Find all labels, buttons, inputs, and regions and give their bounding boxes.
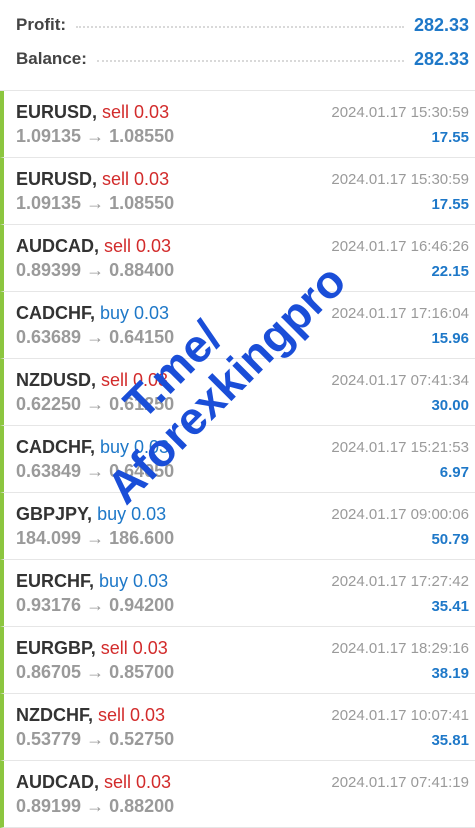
balance-label: Balance: — [16, 49, 87, 68]
trade-time: 2024.01.17 16:46:26 — [331, 238, 469, 255]
trade-prices: 0.63689 → 0.64150 — [16, 327, 175, 347]
trade-side: buy 0.03 — [100, 303, 170, 323]
trade-time: 2024.01.17 09:00:06 — [331, 506, 469, 523]
trade-symbol: AUDCAD, sell 0.03 — [16, 236, 171, 257]
trade-profit: 17.55 — [431, 129, 469, 146]
symbol-text: CADCHF, — [16, 437, 95, 457]
trade-row[interactable]: EURUSD, sell 0.03 1.09135 → 1.08550 2024.0… — [0, 91, 475, 158]
trade-symbol: EURUSD, sell 0.03 — [16, 102, 169, 123]
trade-row[interactable]: EURGBP, sell 0.03 0.86705 → 0.85700 2024.0… — [0, 627, 475, 694]
trade-profit: 30.00 — [431, 397, 469, 414]
trade-profit: 35.81 — [431, 732, 469, 749]
trade-row[interactable]: EURCHF, buy 0.03 0.93176 → 0.94200 2024.01… — [0, 560, 475, 627]
trade-row[interactable]: GBPJPY, buy 0.03 184.099 → 186.600 2024.01… — [0, 493, 475, 560]
balance-value: 282.33 — [413, 48, 469, 69]
symbol-text: EURUSD, — [16, 169, 98, 189]
trade-time: 2024.01.17 07:41:34 — [331, 372, 469, 389]
trade-prices: 0.63849 → 0.64050 — [16, 461, 175, 481]
trade-side: sell 0.03 — [104, 772, 172, 792]
trade-prices: 1.09135 → 1.08550 — [16, 126, 175, 146]
trade-symbol: CADCHF, buy 0.03 — [16, 437, 169, 458]
trade-row[interactable]: CADCHF, buy 0.03 0.63689 → 0.64150 2024.01… — [0, 292, 475, 359]
trade-time: 2024.01.17 15:30:59 — [331, 104, 469, 121]
trade-prices: 0.89199 → 0.88200 — [16, 796, 175, 816]
symbol-text: EURCHF, — [16, 571, 95, 591]
balance-row: Balance: 282.33 — [16, 44, 469, 74]
trade-prices: 0.62250 → 0.61250 — [16, 394, 175, 414]
profit-value: 282.33 — [413, 14, 469, 35]
dotted-leader — [96, 60, 404, 62]
trade-time: 2024.01.17 18:29:16 — [331, 640, 469, 657]
symbol-text: CADCHF, — [16, 303, 95, 323]
symbol-text: GBPJPY, — [16, 504, 93, 524]
trade-side: sell 0.03 — [104, 236, 172, 256]
trade-profit: 35.41 — [431, 598, 469, 615]
trade-row[interactable]: AUDCAD, sell 0.03 0.89399 → 0.88400 2024.0… — [0, 225, 475, 292]
trade-prices: 184.099 → 186.600 — [16, 528, 175, 548]
trade-profit: 17.55 — [431, 196, 469, 213]
account-summary: Profit: 282.33 Balance: 282.33 — [0, 0, 475, 91]
trade-time: 2024.01.17 17:16:04 — [331, 305, 469, 322]
trade-symbol: CADCHF, buy 0.03 — [16, 303, 169, 324]
trade-symbol: EURGBP, sell 0.03 — [16, 638, 168, 659]
trade-side: sell 0.03 — [102, 102, 170, 122]
symbol-text: EURGBP, — [16, 638, 96, 658]
trade-profit: 38.19 — [431, 665, 469, 682]
trade-profit: 6.97 — [439, 464, 469, 481]
trade-profit: 22.15 — [431, 263, 469, 280]
trade-prices: 0.93176 → 0.94200 — [16, 595, 175, 615]
trade-time: 2024.01.17 15:21:53 — [331, 439, 469, 456]
trade-side: sell 0.03 — [102, 169, 170, 189]
trade-profit: 15.96 — [431, 330, 469, 347]
trade-row[interactable]: AUDCAD, sell 0.03 0.89199 → 0.88200 2024.0… — [0, 761, 475, 828]
trade-time: 2024.01.17 17:27:42 — [331, 573, 469, 590]
symbol-text: NZDUSD, — [16, 370, 96, 390]
trade-prices: 0.53779 → 0.52750 — [16, 729, 175, 749]
trade-row[interactable]: EURUSD, sell 0.03 1.09135 → 1.08550 2024.0… — [0, 158, 475, 225]
profit-row: Profit: 282.33 — [16, 10, 469, 40]
trade-symbol: EURCHF, buy 0.03 — [16, 571, 168, 592]
trade-side: sell 0.03 — [101, 370, 169, 390]
trade-side: buy 0.03 — [99, 571, 169, 591]
trade-symbol: AUDCAD, sell 0.03 — [16, 772, 171, 793]
symbol-text: EURUSD, — [16, 102, 98, 122]
trade-row[interactable]: CADCHF, buy 0.03 0.63849 → 0.64050 2024.01… — [0, 426, 475, 493]
trade-profit: 50.79 — [431, 531, 469, 548]
symbol-text: NZDCHF, — [16, 705, 93, 725]
trade-symbol: EURUSD, sell 0.03 — [16, 169, 169, 190]
trade-history-list: EURUSD, sell 0.03 1.09135 → 1.08550 2024.0… — [0, 91, 475, 828]
trade-prices: 0.89399 → 0.88400 — [16, 260, 175, 280]
trade-prices: 1.09135 → 1.08550 — [16, 193, 175, 213]
trade-time: 2024.01.17 07:41:19 — [331, 774, 469, 791]
trade-time: 2024.01.17 10:07:41 — [331, 707, 469, 724]
profit-label: Profit: — [16, 15, 67, 34]
trade-side: sell 0.03 — [100, 638, 168, 658]
trade-symbol: GBPJPY, buy 0.03 — [16, 504, 166, 525]
trade-row[interactable]: NZDUSD, sell 0.03 0.62250 → 0.61250 2024.0… — [0, 359, 475, 426]
trade-symbol: NZDUSD, sell 0.03 — [16, 370, 168, 391]
symbol-text: AUDCAD, — [16, 772, 99, 792]
trade-row[interactable]: NZDCHF, sell 0.03 0.53779 → 0.52750 2024.0… — [0, 694, 475, 761]
symbol-text: AUDCAD, — [16, 236, 99, 256]
trade-symbol: NZDCHF, sell 0.03 — [16, 705, 165, 726]
trade-time: 2024.01.17 15:30:59 — [331, 171, 469, 188]
trade-side: sell 0.03 — [98, 705, 166, 725]
trade-prices: 0.86705 → 0.85700 — [16, 662, 175, 682]
dotted-leader — [76, 26, 404, 28]
trade-side: buy 0.03 — [97, 504, 167, 524]
trade-side: buy 0.03 — [100, 437, 170, 457]
